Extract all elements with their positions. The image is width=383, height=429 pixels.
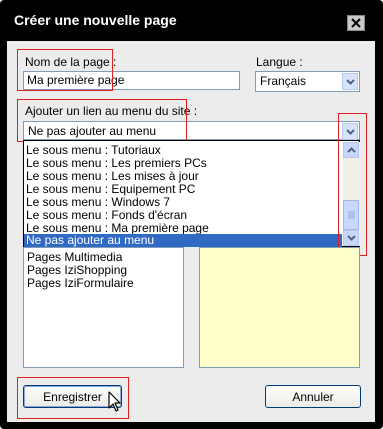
- grip-icon: [347, 211, 355, 219]
- dialog-window: Créer une nouvelle page Nom de la page :…: [0, 0, 383, 429]
- options-scrollbar[interactable]: [343, 142, 360, 246]
- menu-link-label: Ajouter un lien au menu du site :: [25, 104, 198, 118]
- cancel-button[interactable]: Annuler: [265, 385, 361, 408]
- chevron-down-icon: [345, 78, 355, 85]
- chevron-down-icon: [346, 235, 356, 241]
- menu-link-select[interactable]: Ne pas ajouter au menu: [23, 121, 360, 140]
- menu-link-dropdown-arrow[interactable]: [342, 123, 358, 140]
- language-value: Français: [260, 74, 307, 88]
- language-label: Langue :: [256, 55, 303, 69]
- template-item-multimedia[interactable]: Pages Multimedia: [27, 250, 122, 264]
- title-bar[interactable]: Créer une nouvelle page: [0, 0, 383, 34]
- page-name-input[interactable]: Ma première page: [23, 71, 240, 90]
- language-dropdown-arrow[interactable]: [342, 73, 358, 90]
- menu-link-options-list[interactable]: Le sous menu : Tutoriaux Le sous menu : …: [23, 140, 360, 247]
- close-icon: [351, 18, 361, 28]
- dialog-title: Créer une nouvelle page: [14, 12, 177, 28]
- template-item-izishopping[interactable]: Pages IziShopping: [27, 263, 127, 277]
- language-select[interactable]: Français: [255, 71, 360, 92]
- scroll-down-button[interactable]: [343, 230, 359, 246]
- template-item-iziformulaire[interactable]: Pages IziFormulaire: [27, 276, 134, 290]
- chevron-down-icon: [345, 128, 355, 135]
- template-preview: [199, 247, 360, 368]
- chevron-up-icon: [346, 147, 356, 153]
- scroll-up-button[interactable]: [343, 142, 359, 158]
- close-button[interactable]: [347, 15, 365, 31]
- template-list[interactable]: Pages Multimedia Pages IziShopping Pages…: [23, 247, 184, 368]
- save-button-label: Enregistrer: [43, 389, 102, 404]
- mouse-cursor-icon: [108, 391, 121, 412]
- menu-link-value: Ne pas ajouter au menu: [28, 124, 157, 138]
- page-name-label: Nom de la page :: [25, 55, 117, 69]
- cancel-button-label: Annuler: [292, 389, 334, 404]
- option-ne-pas-ajouter[interactable]: Ne pas ajouter au menu: [24, 234, 342, 247]
- scroll-thumb[interactable]: [343, 200, 359, 230]
